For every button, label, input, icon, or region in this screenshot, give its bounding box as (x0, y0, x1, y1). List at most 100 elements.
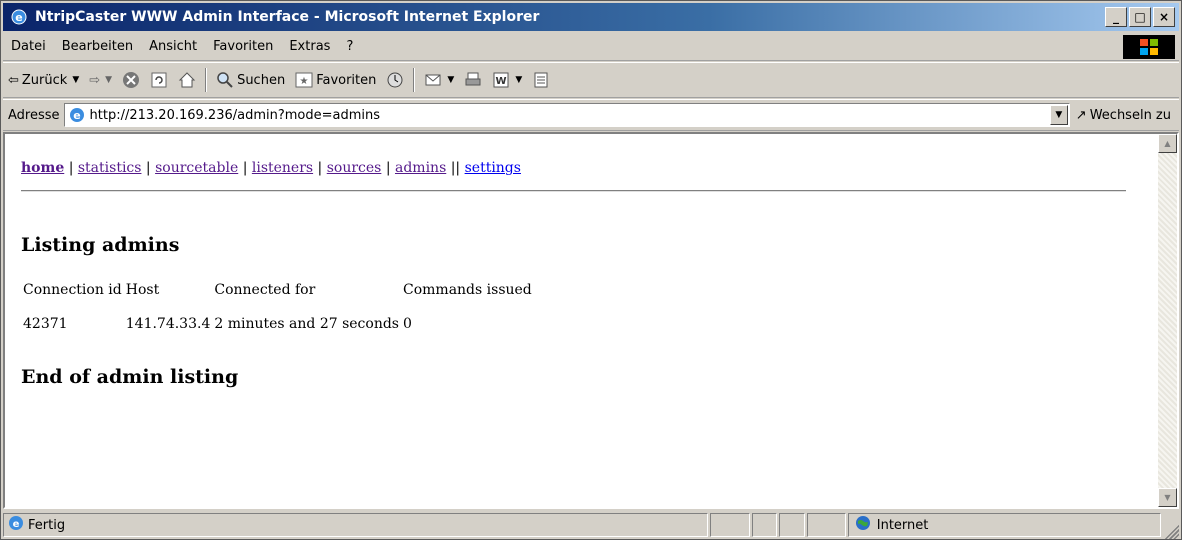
toolbar: ⇦ Zurück ▼ ⇨ ▼ Suchen ★ Favoriten ▼ W ▼ (3, 62, 1179, 98)
close-button[interactable]: × (1153, 7, 1175, 27)
scroll-up-button[interactable]: ▲ (1158, 134, 1177, 153)
go-arrow-icon: ↗ (1075, 107, 1087, 123)
mail-button[interactable]: ▼ (419, 66, 459, 94)
end-heading: End of admin listing (21, 366, 239, 388)
menu-bearbeiten[interactable]: Bearbeiten (54, 39, 141, 54)
security-zone: Internet (847, 513, 1162, 537)
nav-link-home[interactable]: home (21, 160, 64, 176)
chevron-down-icon: ▼ (72, 75, 80, 85)
nav-separator: | (242, 160, 248, 176)
nav-link-admins[interactable]: admins (395, 160, 446, 176)
svg-text:e: e (73, 109, 80, 122)
status-cell (806, 513, 846, 537)
page-content: home | statistics | sourcetable | listen… (5, 134, 1158, 507)
address-url: http://213.20.169.236/admin?mode=admins (89, 107, 381, 123)
nav-link-sources[interactable]: sources (327, 160, 382, 176)
word-edit-icon: W (493, 72, 509, 88)
table-cell-commands: 0 (403, 316, 412, 332)
maximize-button[interactable]: □ (1129, 7, 1151, 27)
back-arrow-icon: ⇦ (8, 72, 19, 88)
title-bar[interactable]: e NtripCaster WWW Admin Interface - Micr… (3, 3, 1179, 31)
column-header: Host (125, 282, 160, 298)
printer-icon (465, 72, 481, 86)
table-cell-connected-for: 2 minutes and 27 seconds (214, 316, 399, 332)
table-cell-host: 141.74.33.4 (125, 316, 211, 332)
chevron-down-icon: ▼ (105, 75, 113, 85)
status-main: e Fertig (3, 513, 709, 537)
column-header: Connected for (214, 282, 316, 298)
history-icon (387, 72, 403, 88)
forward-arrow-icon: ⇨ (89, 72, 101, 88)
page-done-icon: e (8, 515, 24, 535)
svg-text:e: e (15, 11, 22, 24)
home-button[interactable] (173, 66, 201, 94)
address-bar: Adresse e http://213.20.169.236/admin?mo… (3, 99, 1179, 131)
menu-bar: Datei Bearbeiten Ansicht Favoriten Extra… (3, 33, 1179, 61)
page-nav: home | statistics | sourcetable | listen… (21, 160, 1158, 176)
document-icon (534, 72, 548, 88)
go-label: Wechseln zu (1089, 107, 1171, 123)
history-button[interactable] (381, 66, 409, 94)
windows-logo-icon (1123, 35, 1175, 59)
minimize-button[interactable]: _ (1105, 7, 1127, 27)
table-row: 42371 141.74.33.4 2 minutes and 27 secon… (21, 310, 534, 338)
toolbar-separator (205, 68, 208, 92)
globe-icon (855, 515, 871, 535)
menu-extras[interactable]: Extras (281, 39, 338, 54)
menu-ansicht[interactable]: Ansicht (141, 39, 205, 54)
search-button[interactable]: Suchen (211, 66, 290, 94)
go-button[interactable]: ↗ Wechseln zu (1076, 108, 1179, 123)
chevron-down-icon: ▼ (447, 75, 455, 85)
forward-button[interactable]: ⇨ ▼ (84, 66, 117, 94)
divider (21, 190, 1126, 192)
page-title: Listing admins (21, 234, 180, 256)
nav-separator: | (385, 160, 391, 176)
discuss-button[interactable] (527, 66, 555, 94)
menu-favoriten[interactable]: Favoriten (205, 39, 281, 54)
favorites-label: Favoriten (316, 72, 377, 88)
browser-window: e NtripCaster WWW Admin Interface - Micr… (0, 0, 1182, 540)
resize-grip[interactable] (1161, 521, 1179, 539)
refresh-icon (151, 72, 167, 88)
stop-button[interactable] (117, 66, 145, 94)
table-cell-connection-id: 42371 (23, 316, 68, 332)
refresh-button[interactable] (145, 66, 173, 94)
page-viewport: home | statistics | sourcetable | listen… (3, 132, 1179, 509)
print-button[interactable] (459, 66, 487, 94)
menu-help[interactable]: ? (338, 39, 361, 54)
column-header: Commands issued (403, 282, 532, 298)
svg-text:W: W (496, 76, 507, 87)
address-label: Adresse (8, 107, 60, 123)
back-button[interactable]: ⇦ Zurück ▼ (3, 66, 84, 94)
edit-button[interactable]: W ▼ (487, 66, 527, 94)
search-label: Suchen (237, 72, 286, 88)
nav-link-listeners[interactable]: listeners (252, 160, 313, 176)
chevron-down-icon: ▼ (515, 75, 523, 85)
toolbar-separator (413, 68, 416, 92)
nav-separator: | (145, 160, 151, 176)
address-input[interactable]: e http://213.20.169.236/admin?mode=admin… (63, 103, 1070, 127)
nav-separator: || (450, 160, 461, 176)
search-icon (217, 72, 233, 88)
status-cell (710, 513, 750, 537)
nav-separator: | (317, 160, 323, 176)
scroll-down-button[interactable]: ▼ (1158, 488, 1177, 507)
menu-datei[interactable]: Datei (3, 39, 54, 54)
vertical-scrollbar[interactable]: ▲ ▼ (1158, 134, 1177, 507)
nav-link-settings[interactable]: settings (465, 160, 521, 176)
nav-separator: | (68, 160, 74, 176)
favorites-star-icon: ★ (295, 72, 313, 88)
svg-text:★: ★ (300, 76, 309, 87)
window-controls: _ □ × (1105, 7, 1175, 27)
nav-link-sourcetable[interactable]: sourcetable (155, 160, 238, 176)
zone-label: Internet (876, 517, 929, 533)
address-dropdown-button[interactable]: ▼ (1049, 105, 1068, 125)
stop-icon (123, 72, 140, 88)
window-title: NtripCaster WWW Admin Interface - Micros… (35, 9, 540, 25)
status-cell (751, 513, 778, 537)
back-label: Zurück (21, 72, 68, 88)
favorites-button[interactable]: ★ Favoriten (290, 66, 381, 94)
table-header-row: Connection id Host Connected for Command… (21, 282, 534, 310)
page-icon: e (68, 106, 86, 124)
nav-link-statistics[interactable]: statistics (78, 160, 142, 176)
